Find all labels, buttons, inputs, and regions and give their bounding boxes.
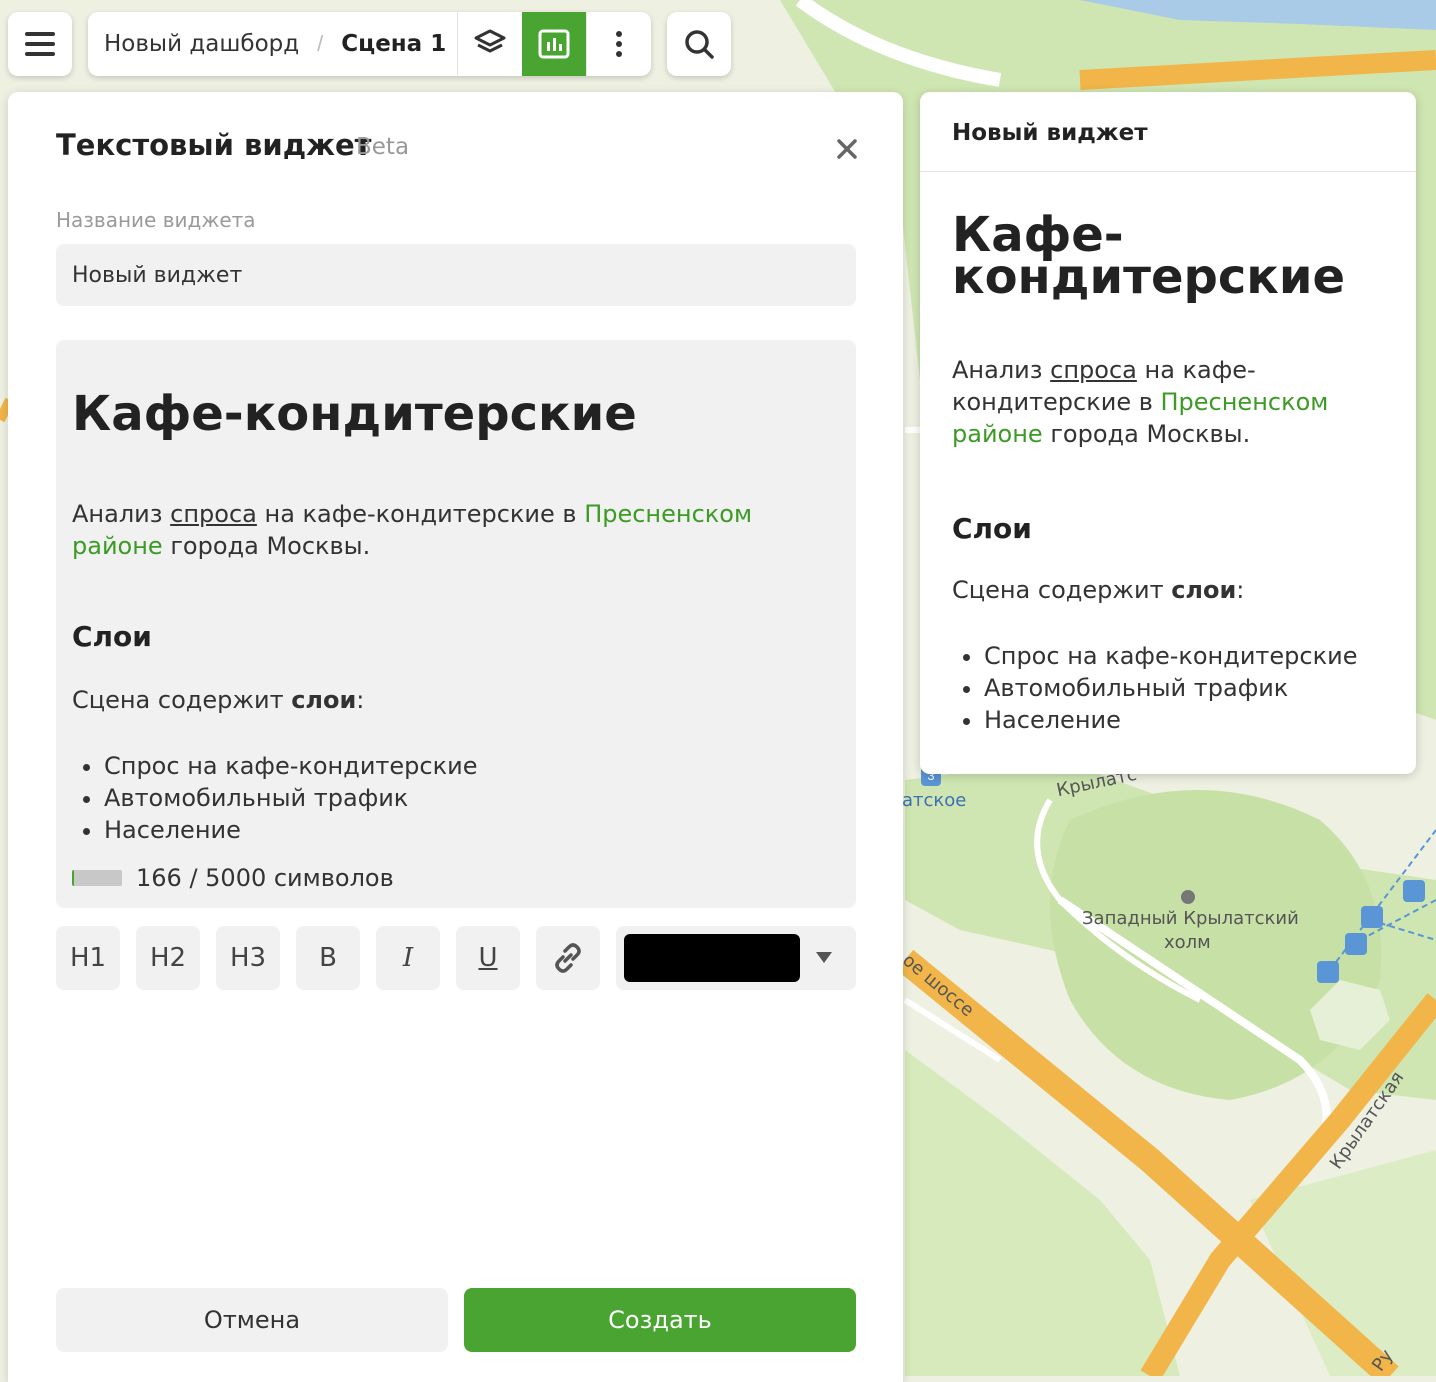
bold-button[interactable]: B <box>296 926 360 990</box>
list-item: Автомобильный трафик <box>104 782 477 814</box>
underlined-word: спроса <box>170 500 257 528</box>
map-label-station: атское <box>902 790 967 811</box>
menu-icon <box>25 32 55 56</box>
heading-2-button[interactable]: H2 <box>136 926 200 990</box>
breadcrumb-dashboard[interactable]: Новый дашборд <box>104 31 299 57</box>
heading-1-button[interactable]: H1 <box>56 926 120 990</box>
editor-heading-1: Кафе-кондитерские <box>72 386 637 442</box>
character-progress-bar <box>72 870 122 886</box>
close-icon <box>837 139 857 159</box>
panel-title: Текстовый виджет <box>56 128 372 162</box>
character-counter: 166 / 5000 символов <box>136 864 394 892</box>
preview-paragraph: Анализ спроса на кафе-кондитерские в Пре… <box>952 356 1329 448</box>
editor-heading-2: Слои <box>72 620 152 653</box>
layers-icon <box>474 29 506 53</box>
breadcrumb-separator: / <box>317 31 324 56</box>
text-editor[interactable]: Кафе-кондитерские Анализ спроса на кафе-… <box>56 340 856 908</box>
italic-button[interactable]: I <box>376 926 440 990</box>
list-item: Автомобильный трафик <box>984 672 1357 704</box>
widgets-button[interactable] <box>522 12 587 76</box>
editor-list: Спрос на кафе-кондитерские Автомобильный… <box>72 750 477 846</box>
chevron-down-icon <box>816 952 832 963</box>
map-label-hill-2: холм <box>1164 932 1211 953</box>
preview-header: Новый виджет <box>920 92 1416 172</box>
search-icon <box>685 30 714 59</box>
preview-paragraph-2: Сцена содержит слои: <box>952 576 1245 604</box>
widget-preview[interactable]: Новый виджет Кафе-кондитерские Анализ сп… <box>920 92 1416 774</box>
map-label-hill: Западный Крылатский <box>1082 908 1299 929</box>
list-item: Население <box>984 704 1357 736</box>
preview-heading-1: Кафе-кондитерские <box>952 207 1346 305</box>
create-button[interactable]: Создать <box>464 1288 856 1352</box>
list-item: Спрос на кафе-кондитерские <box>984 640 1357 672</box>
editor-paragraph-2: Сцена содержит слои: <box>72 686 365 714</box>
preview-list: Спрос на кафе-кондитерские Автомобильный… <box>952 640 1357 736</box>
link-icon <box>555 943 581 973</box>
widget-name-input[interactable] <box>56 244 856 306</box>
breadcrumb-scene[interactable]: Сцена 1 <box>341 31 446 57</box>
list-item: Спрос на кафе-кондитерские <box>104 750 477 782</box>
cancel-button[interactable]: Отмена <box>56 1288 448 1352</box>
chart-icon <box>538 29 570 59</box>
preview-heading-2: Слои <box>952 512 1032 545</box>
text-color-select[interactable] <box>616 926 856 990</box>
text-widget-panel: Текстовый виджет Beta Название виджета К… <box>8 92 903 1382</box>
beta-badge: Beta <box>356 134 410 160</box>
color-swatch <box>624 934 800 982</box>
more-button[interactable] <box>586 12 651 76</box>
editor-paragraph: Анализ спроса на кафе-кондитерские в Пре… <box>72 500 753 560</box>
search-button[interactable] <box>667 12 731 76</box>
layers-button[interactable] <box>457 12 522 76</box>
preview-title: Новый виджет <box>952 120 1148 146</box>
link-button[interactable] <box>536 926 600 990</box>
menu-button[interactable] <box>8 12 72 76</box>
underlined-word: спроса <box>1050 356 1137 384</box>
list-item: Население <box>104 814 477 846</box>
heading-3-button[interactable]: H3 <box>216 926 280 990</box>
close-button[interactable] <box>830 132 864 166</box>
widget-name-label: Название виджета <box>56 208 256 232</box>
more-vertical-icon <box>616 31 623 57</box>
breadcrumb: Новый дашборд / Сцена 1 <box>88 12 651 76</box>
underline-button[interactable]: U <box>456 926 520 990</box>
